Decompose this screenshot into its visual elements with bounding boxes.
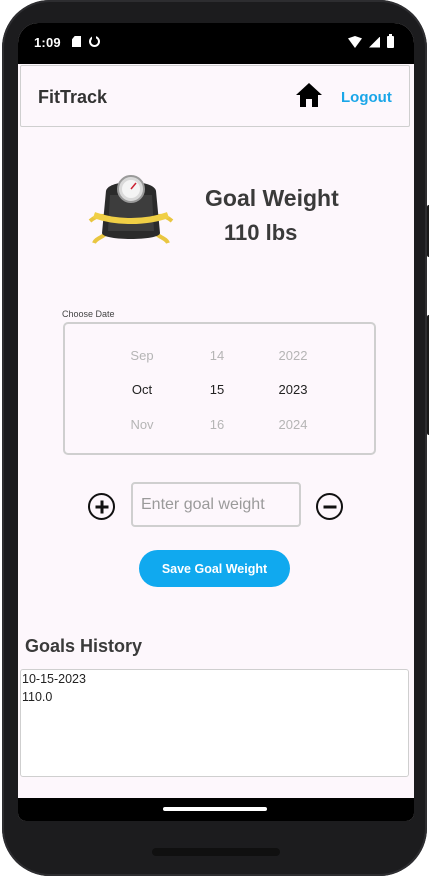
day-option[interactable]: 16 [187, 417, 247, 432]
year-option[interactable]: 2022 [263, 348, 323, 363]
app-header: FitTrack Logout [20, 65, 410, 127]
sync-icon [89, 35, 100, 47]
goal-weight-input[interactable] [131, 482, 301, 527]
wifi-icon [348, 36, 362, 48]
date-picker[interactable]: Sep Oct Nov 14 15 16 2022 2023 2024 [63, 322, 376, 455]
year-option[interactable]: 2024 [263, 417, 323, 432]
year-selected[interactable]: 2023 [263, 382, 323, 397]
day-option[interactable]: 14 [187, 348, 247, 363]
history-entry-date: 10-15-2023 [22, 672, 86, 686]
home-icon[interactable] [295, 82, 323, 108]
phone-frame: 1:09 FitTrack Logout Goal Weight 110 lbs… [2, 0, 429, 876]
status-bar: 1:09 [18, 23, 414, 64]
history-entry-weight: 110.0 [22, 690, 53, 704]
bottom-speaker [152, 848, 280, 856]
month-option[interactable]: Sep [112, 348, 172, 363]
logout-link[interactable]: Logout [341, 89, 392, 106]
sd-card-icon [72, 36, 81, 47]
home-indicator[interactable] [163, 807, 267, 811]
month-selected[interactable]: Oct [112, 382, 172, 397]
goals-history-list[interactable]: 10-15-2023 110.0 [20, 669, 409, 777]
month-option[interactable]: Nov [112, 417, 172, 432]
goals-history-title: Goals History [25, 636, 143, 656]
goal-weight-value: 110 lbs [224, 220, 298, 245]
save-goal-weight-button[interactable]: Save Goal Weight [139, 550, 290, 587]
plus-circle-icon[interactable] [88, 493, 115, 520]
signal-icon [369, 36, 380, 48]
status-time: 1:09 [34, 35, 61, 50]
date-caption: Choose Date [62, 309, 115, 319]
app-screen: 1:09 FitTrack Logout Goal Weight 110 lbs… [18, 23, 414, 821]
app-title: FitTrack [38, 87, 108, 107]
day-selected[interactable]: 15 [187, 382, 247, 397]
battery-icon [387, 34, 394, 48]
scale-icon [88, 175, 174, 245]
minus-circle-icon[interactable] [316, 493, 343, 520]
goal-weight-label: Goal Weight [205, 185, 339, 211]
